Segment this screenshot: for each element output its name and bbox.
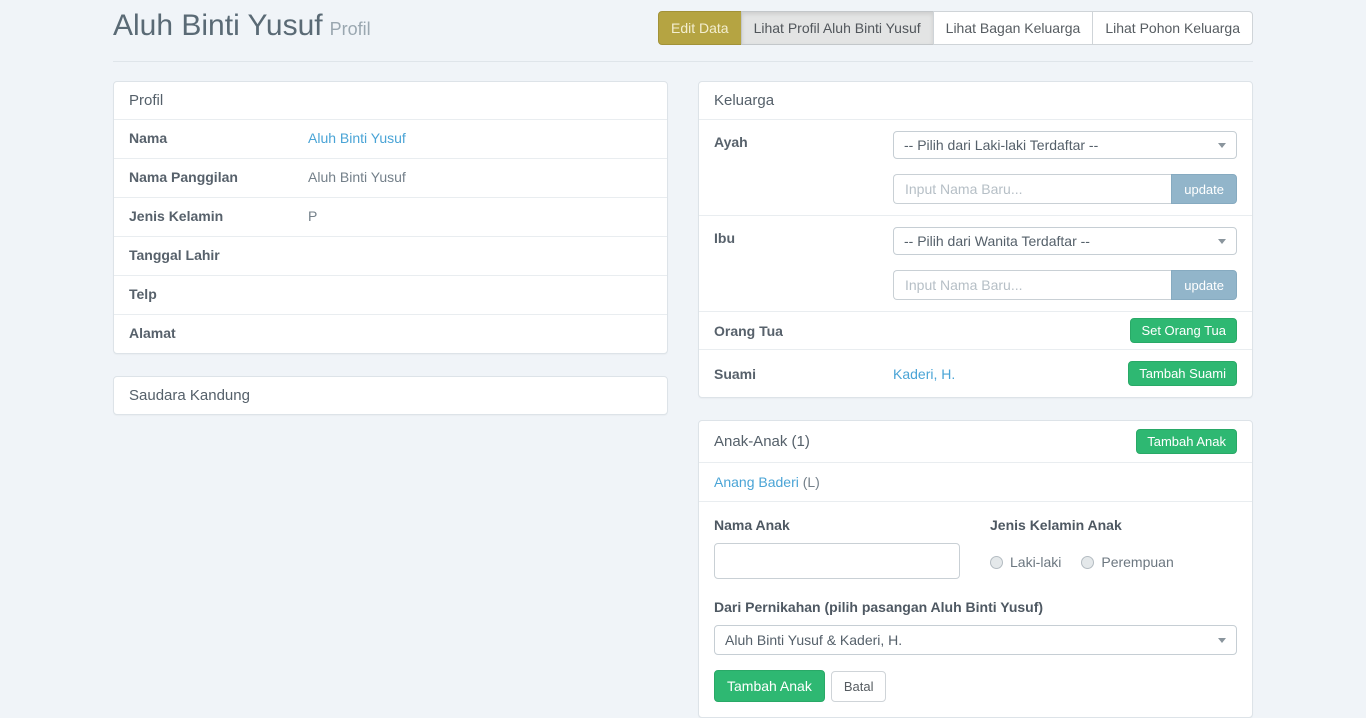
tambah-suami-button[interactable]: Tambah Suami [1128, 361, 1237, 386]
ayah-select[interactable]: -- Pilih dari Laki-laki Terdaftar -- [893, 131, 1237, 159]
row-label: Nama [129, 130, 308, 148]
nama-link[interactable]: Aluh Binti Yusuf [308, 130, 406, 146]
row-label: Nama Panggilan [129, 169, 308, 187]
radio-perempuan[interactable]: Perempuan [1081, 554, 1173, 570]
anak-anak-heading: Anak-Anak (1) Tambah Anak [699, 421, 1252, 462]
page-header: Aluh Binti Yusuf Profil Edit Data Lihat P… [113, 0, 1253, 49]
page-container: Aluh Binti Yusuf Profil Edit Data Lihat P… [113, 0, 1253, 718]
set-orang-tua-button[interactable]: Set Orang Tua [1130, 318, 1237, 343]
pernikahan-select[interactable]: Aluh Binti Yusuf & Kaderi, H. [714, 625, 1237, 655]
row-ayah: Ayah -- Pilih dari Laki-laki Terdaftar -… [699, 119, 1252, 215]
table-row-alamat: Alamat [114, 314, 667, 353]
left-column: Profil Nama Aluh Binti Yusuf Nama Panggi… [113, 81, 668, 718]
anak-anak-panel: Anak-Anak (1) Tambah Anak Anang Baderi (… [698, 420, 1253, 718]
radio-label: Perempuan [1101, 554, 1173, 570]
anak-anak-title: Anak-Anak (1) [714, 433, 810, 450]
row-label: Ibu [714, 227, 893, 300]
gender-radio-group: Laki-laki Perempuan [990, 554, 1237, 570]
row-label: Alamat [129, 325, 308, 343]
view-switch-button-group: Edit Data Lihat Profil Aluh Binti Yusuf … [658, 11, 1253, 45]
ibu-update-button[interactable]: update [1171, 270, 1237, 300]
row-label: Telp [129, 286, 308, 304]
person-name: Aluh Binti Yusuf [113, 9, 323, 42]
row-label: Jenis Kelamin [129, 208, 308, 226]
radio-laki-laki[interactable]: Laki-laki [990, 554, 1061, 570]
row-value: P [308, 208, 317, 226]
right-column: Keluarga Ayah -- Pilih dari Laki-laki Te… [698, 81, 1253, 718]
lihat-profil-button[interactable]: Lihat Profil Aluh Binti Yusuf [741, 11, 934, 45]
add-child-form: Nama Anak Jenis Kelamin Anak Laki-laki [699, 501, 1252, 717]
table-row-tanggal-lahir: Tanggal Lahir [114, 236, 667, 275]
lihat-bagan-keluarga-button[interactable]: Lihat Bagan Keluarga [933, 11, 1094, 45]
row-orang-tua: Orang Tua Set Orang Tua [699, 311, 1252, 349]
nama-anak-label: Nama Anak [714, 517, 960, 533]
ayah-select-value: -- Pilih dari Laki-laki Terdaftar -- [904, 137, 1098, 153]
ibu-select[interactable]: -- Pilih dari Wanita Terdaftar -- [893, 227, 1237, 255]
chevron-down-icon [1218, 638, 1226, 643]
table-row-telp: Telp [114, 275, 667, 314]
radio-circle-icon [1081, 556, 1094, 569]
radio-circle-icon [990, 556, 1003, 569]
row-label: Suami [714, 366, 893, 382]
ibu-new-name-input[interactable] [893, 270, 1171, 300]
page-title: Aluh Binti Yusuf Profil [113, 6, 371, 49]
tambah-anak-submit-button[interactable]: Tambah Anak [714, 670, 825, 702]
chevron-down-icon [1218, 239, 1226, 244]
row-label: Orang Tua [714, 323, 893, 339]
child-gender-suffix: (L) [803, 474, 820, 490]
tambah-anak-header-button[interactable]: Tambah Anak [1136, 429, 1237, 454]
table-row-nama-panggilan: Nama Panggilan Aluh Binti Yusuf [114, 158, 667, 197]
ibu-input-group: update [893, 270, 1237, 300]
ayah-update-button[interactable]: update [1171, 174, 1237, 204]
edit-data-button[interactable]: Edit Data [658, 11, 742, 45]
suami-link[interactable]: Kaderi, H. [893, 366, 955, 382]
table-row-nama: Nama Aluh Binti Yusuf [114, 119, 667, 158]
row-label: Tanggal Lahir [129, 247, 308, 265]
keluarga-panel-heading: Keluarga [699, 82, 1252, 119]
saudara-kandung-panel: Saudara Kandung [113, 376, 668, 415]
chevron-down-icon [1218, 143, 1226, 148]
row-suami: Suami Kaderi, H. Tambah Suami [699, 349, 1252, 397]
content: Profil Nama Aluh Binti Yusuf Nama Panggi… [113, 81, 1253, 718]
table-row-jenis-kelamin: Jenis Kelamin P [114, 197, 667, 236]
header-divider [113, 61, 1253, 62]
row-label: Ayah [714, 131, 893, 204]
jenis-kelamin-anak-label: Jenis Kelamin Anak [990, 517, 1237, 533]
list-item-child: Anang Baderi (L) [699, 462, 1252, 501]
child-link[interactable]: Anang Baderi [714, 474, 799, 490]
ayah-new-name-input[interactable] [893, 174, 1171, 204]
batal-button[interactable]: Batal [831, 671, 887, 702]
row-value: Aluh Binti Yusuf [308, 169, 406, 187]
page-subtitle: Profil [330, 19, 371, 39]
dari-pernikahan-label: Dari Pernikahan (pilih pasangan Aluh Bin… [714, 599, 1237, 615]
pernikahan-select-value: Aluh Binti Yusuf & Kaderi, H. [725, 632, 902, 648]
ibu-select-value: -- Pilih dari Wanita Terdaftar -- [904, 233, 1090, 249]
saudara-kandung-heading: Saudara Kandung [114, 377, 667, 414]
profil-panel-heading: Profil [114, 82, 667, 119]
keluarga-panel: Keluarga Ayah -- Pilih dari Laki-laki Te… [698, 81, 1253, 398]
lihat-pohon-keluarga-button[interactable]: Lihat Pohon Keluarga [1092, 11, 1253, 45]
form-buttons: Tambah Anak Batal [714, 670, 1237, 702]
radio-label: Laki-laki [1010, 554, 1061, 570]
profil-panel: Profil Nama Aluh Binti Yusuf Nama Panggi… [113, 81, 668, 354]
row-ibu: Ibu -- Pilih dari Wanita Terdaftar -- up… [699, 215, 1252, 311]
ayah-input-group: update [893, 174, 1237, 204]
nama-anak-input[interactable] [714, 543, 960, 579]
